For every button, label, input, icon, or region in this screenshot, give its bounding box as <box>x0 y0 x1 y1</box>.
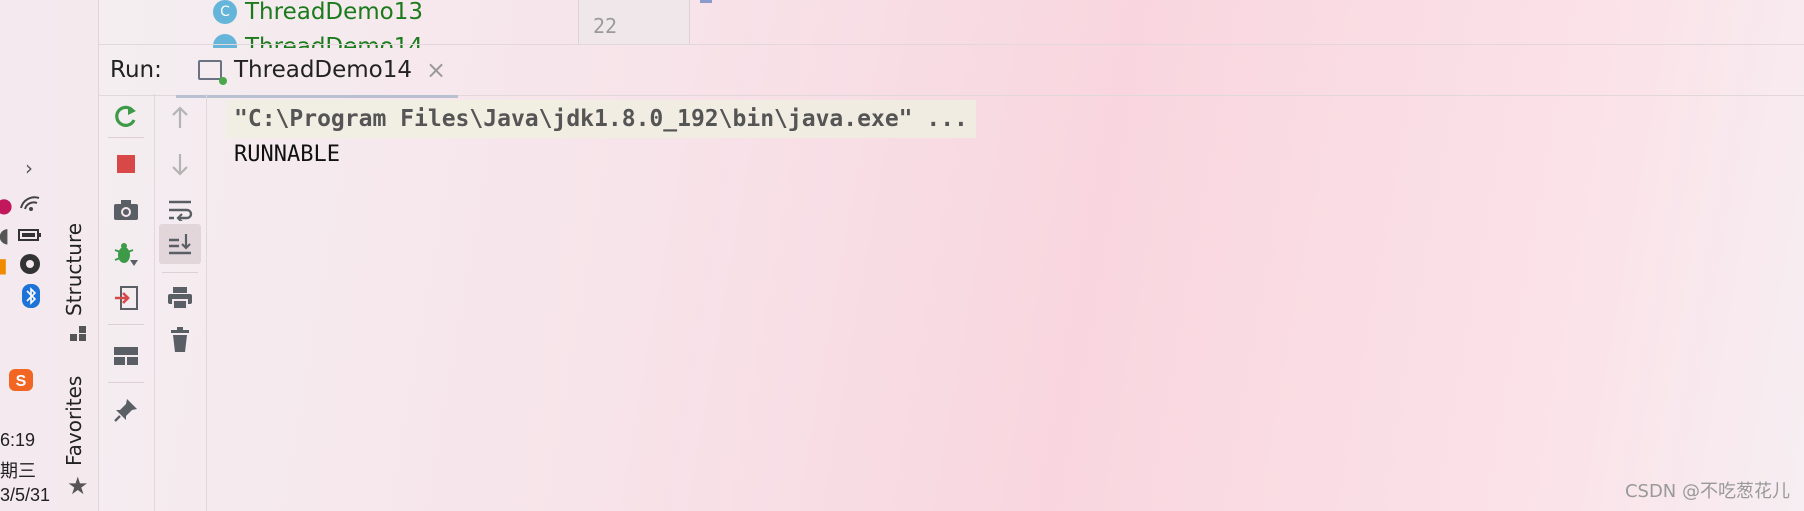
arrow-down-icon <box>172 154 188 176</box>
editor-marker <box>700 0 712 3</box>
clock-time: 6:19 <box>0 430 36 450</box>
debug-button[interactable] <box>106 234 146 274</box>
tree-item-threaddemo13[interactable]: C ThreadDemo13 <box>213 0 424 25</box>
structure-icon[interactable] <box>68 324 88 348</box>
run-tab-title: ThreadDemo14 <box>234 57 413 83</box>
clock-date: 3/5/31 <box>0 485 51 505</box>
watermark: CSDN @不吃葱花儿 <box>1624 481 1790 502</box>
run-toolbar-primary <box>98 94 155 511</box>
toolbar-separator <box>162 272 198 273</box>
close-icon[interactable]: × <box>426 56 446 84</box>
down-arrow-button[interactable] <box>160 144 200 184</box>
toolbar-separator <box>108 382 144 383</box>
console-command-line: "C:\Program Files\Java\jdk1.8.0_192\bin\… <box>226 100 976 138</box>
tool-window-stripe: Structure Favorites ★ <box>58 0 99 511</box>
rerun-button[interactable] <box>106 96 146 136</box>
camera-icon <box>114 200 138 220</box>
wifi-icon[interactable] <box>18 192 42 217</box>
trash-icon <box>171 327 189 352</box>
battery-icon[interactable] <box>18 224 42 248</box>
console-output-line: RUNNABLE <box>234 142 340 167</box>
volume-icon[interactable]: ◖ <box>0 223 16 247</box>
orange-app-icon[interactable]: ▮ <box>0 253 14 277</box>
star-icon[interactable]: ★ <box>67 472 89 500</box>
steam-icon[interactable] <box>18 253 42 280</box>
stop-button[interactable] <box>106 144 146 184</box>
toolbar-separator <box>108 324 144 325</box>
clock-weekday: 期三 <box>0 461 36 481</box>
sogou-input-icon[interactable]: S <box>8 368 33 397</box>
run-config-icon <box>198 60 227 85</box>
tree-item-label: ThreadDemo13 <box>245 0 424 25</box>
rerun-icon <box>115 105 136 127</box>
bug-icon <box>114 243 138 266</box>
system-tray-strip: › ● ◖ ▮ S 6:19 期三 3/5/31 <box>0 0 58 511</box>
chevron-right-icon[interactable]: › <box>17 156 41 180</box>
line-number: 22 <box>593 14 618 38</box>
run-label: Run: <box>110 57 162 83</box>
project-tree: C ThreadDemo13 ThreadDemo14 22 <box>98 0 1804 48</box>
soft-wrap-icon <box>169 200 193 221</box>
scroll-to-end-icon <box>169 234 191 255</box>
svg-text:S: S <box>16 373 27 390</box>
print-button[interactable] <box>160 278 200 318</box>
run-toolbar-secondary <box>154 94 207 511</box>
print-icon <box>168 287 192 310</box>
console-output[interactable]: "C:\Program Files\Java\jdk1.8.0_192\bin\… <box>206 94 1804 511</box>
structure-tab[interactable]: Structure <box>62 223 86 316</box>
exit-button[interactable] <box>106 278 146 318</box>
layout-icon <box>114 347 138 365</box>
favorites-tab[interactable]: Favorites <box>62 376 86 466</box>
scroll-to-end-button[interactable] <box>159 224 201 264</box>
class-icon: C <box>213 0 237 24</box>
editor-gutter: 22 <box>578 0 690 44</box>
exit-icon <box>115 286 138 310</box>
app-icon[interactable]: ● <box>0 193 16 217</box>
pin-icon <box>114 399 137 422</box>
restore-layout-button[interactable] <box>106 336 146 376</box>
dump-threads-button[interactable] <box>106 190 146 230</box>
arrow-up-icon <box>172 106 188 128</box>
up-arrow-button[interactable] <box>160 98 200 138</box>
run-header: Run: ThreadDemo14 × <box>98 44 1804 98</box>
bluetooth-icon[interactable] <box>19 284 43 313</box>
run-tab-threaddemo14[interactable]: ThreadDemo14 × <box>176 45 458 98</box>
stop-icon <box>117 155 135 173</box>
clear-all-button[interactable] <box>160 320 200 360</box>
pin-tab-button[interactable] <box>106 390 146 430</box>
toolbar-separator <box>108 137 144 138</box>
